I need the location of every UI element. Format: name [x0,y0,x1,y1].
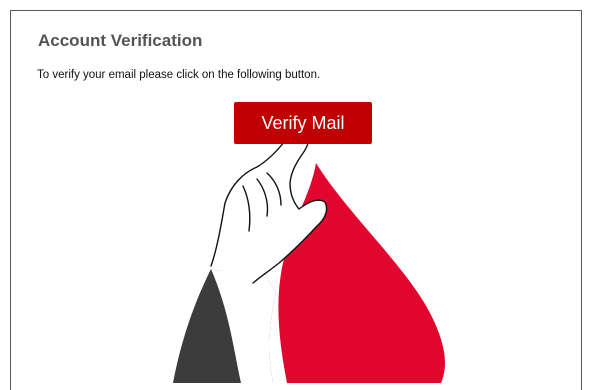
verification-message: To verify your email please click on the… [37,69,321,81]
flame-shape [278,163,445,383]
sleeve-shape [173,263,276,383]
verify-mail-button[interactable]: Verify Mail [234,102,372,144]
page-title: Account Verification [38,31,203,50]
cuff-shape [211,263,276,383]
flame-hand-illustration [173,130,445,383]
email-panel: Account Verification To verify your emai… [10,10,582,390]
pointing-hand-icon [210,130,328,284]
